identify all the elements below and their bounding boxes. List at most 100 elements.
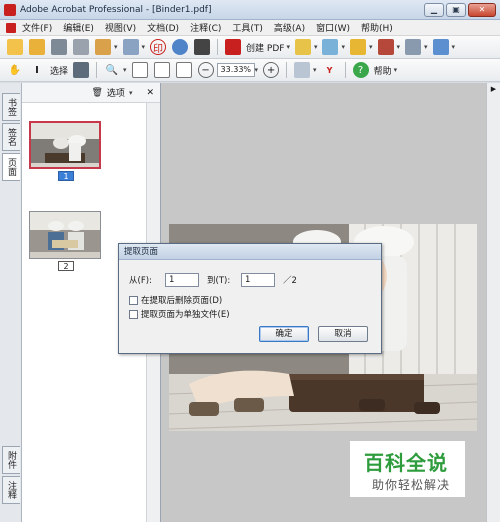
options-button[interactable]: 选项 (107, 86, 125, 99)
create-pdf-icon[interactable] (225, 39, 242, 55)
delete-after-extract-checkbox[interactable] (129, 295, 138, 305)
to-page-input[interactable]: 1 (241, 273, 275, 287)
acrobat-app-icon (4, 3, 16, 16)
zoom-in-icon[interactable]: + (263, 62, 280, 78)
lock-icon[interactable] (349, 39, 366, 55)
toolbar-divider (217, 39, 219, 55)
comment-icon[interactable] (294, 39, 311, 55)
tab-signatures[interactable]: 签名 (2, 123, 20, 151)
youdao-icon[interactable]: Y (322, 62, 338, 78)
forms-icon[interactable] (405, 39, 422, 55)
from-page-input[interactable]: 1 (165, 273, 199, 287)
sign-pen-icon[interactable] (377, 39, 394, 55)
panel-close-icon[interactable]: ✕ (146, 88, 154, 98)
minimize-button[interactable]: ▁ (424, 3, 444, 17)
document-menu-icon[interactable] (6, 22, 16, 33)
tab-attachments[interactable]: 附件 (2, 446, 20, 474)
organizer-icon[interactable] (29, 39, 45, 55)
vertical-scrollbar[interactable]: ▶ (486, 83, 500, 522)
fit-page-icon[interactable] (153, 62, 170, 78)
chevron-down-icon[interactable]: ▾ (255, 66, 259, 74)
help-icon[interactable]: ? (352, 62, 369, 78)
pages-panel-header: 🗑 选项 ▾ ✕ (22, 83, 160, 103)
print-icon[interactable] (73, 39, 89, 55)
menu-bar: 文件(F) 编辑(E) 视图(V) 文档(D) 注释(C) 工具(T) 高级(A… (0, 20, 500, 36)
zoom-tool-icon[interactable]: 🔍 (104, 62, 120, 78)
chevron-down-icon[interactable]: ▾ (313, 66, 317, 74)
toolbar-divider (286, 62, 288, 78)
tab-bookmarks[interactable]: 书签 (2, 93, 20, 121)
chevron-down-icon[interactable]: ▾ (142, 43, 146, 51)
menu-tools[interactable]: 工具(T) (232, 21, 263, 34)
page-number-1[interactable]: 1 (58, 171, 74, 181)
stamp-icon[interactable]: 印 (150, 39, 167, 55)
watermark-title: 百科全说 (364, 451, 448, 475)
chevron-down-icon[interactable]: ▾ (452, 43, 456, 51)
menu-advanced[interactable]: 高级(A) (274, 21, 305, 34)
trash-icon[interactable]: 🗑 (91, 88, 102, 98)
photo-thumbnail (31, 123, 99, 167)
tab-pages[interactable]: 页面 (2, 153, 20, 181)
hand-tool-icon[interactable]: ✋ (7, 62, 23, 78)
save-icon[interactable] (51, 39, 67, 55)
page-thumbnail-1[interactable] (29, 121, 101, 169)
menu-help[interactable]: 帮助(H) (361, 21, 393, 34)
chevron-down-icon[interactable]: ▾ (397, 43, 401, 51)
separate-files-label[interactable]: 提取页面为单独文件(E) (141, 308, 230, 320)
toolbar-divider (344, 62, 346, 78)
cancel-button[interactable]: 取消 (318, 326, 368, 342)
menu-window[interactable]: 窗口(W) (316, 21, 350, 34)
fit-width-icon[interactable] (175, 62, 192, 78)
email-icon[interactable] (95, 39, 111, 55)
menu-document[interactable]: 文档(D) (147, 21, 179, 34)
ok-button[interactable]: 确定 (259, 326, 309, 342)
attach-icon[interactable] (122, 39, 139, 55)
to-label: 到(T): (207, 276, 231, 286)
menu-edit[interactable]: 编辑(E) (63, 21, 94, 34)
navigation-toolbar: ✋ I 选择 🔍 ▾ − 33.33% ▾ + ▾ Y ? 帮助 ▾ (0, 59, 500, 82)
delete-after-extract-label[interactable]: 在提取后删除页面(D) (141, 294, 222, 306)
scroll-up-icon[interactable]: ▶ (487, 85, 500, 93)
menu-comments[interactable]: 注释(C) (190, 21, 221, 34)
chevron-down-icon[interactable]: ▾ (394, 66, 398, 74)
help-button[interactable]: 帮助 (374, 64, 392, 77)
chevron-down-icon[interactable]: ▾ (286, 43, 290, 51)
menu-file[interactable]: 文件(F) (22, 21, 52, 34)
open-folder-icon[interactable] (7, 39, 23, 55)
delete-option-row[interactable]: 在提取后删除页面(D) (129, 294, 222, 306)
tasks-icon[interactable] (432, 39, 449, 55)
create-pdf-button[interactable]: 创建 PDF (246, 41, 284, 54)
chevron-down-icon[interactable]: ▾ (114, 43, 118, 51)
select-cursor-icon[interactable]: I (29, 62, 45, 78)
binoculars-icon[interactable] (194, 39, 211, 55)
chevron-down-icon[interactable]: ▾ (341, 43, 345, 51)
review-icon[interactable] (322, 39, 339, 55)
page-thumbnail-2[interactable] (29, 211, 101, 259)
snapshot-icon[interactable] (73, 62, 90, 78)
chevron-down-icon[interactable]: ▾ (424, 43, 428, 51)
chevron-down-icon[interactable]: ▾ (369, 43, 373, 51)
title-bar: Adobe Acrobat Professional - [Binder1.pd… (0, 0, 500, 20)
zoom-out-icon[interactable]: − (197, 62, 214, 78)
chevron-down-icon[interactable]: ▾ (314, 43, 318, 51)
total-pages-label: ／2 (283, 276, 297, 286)
from-row: 从(F): 1 到(T): 1 ／2 (129, 273, 297, 287)
restore-button[interactable]: ▣ (446, 3, 466, 17)
file-toolbar: ▾ ▾ 印 创建 PDF ▾ ▾ ▾ ▾ ▾ ▾ ▾ (0, 36, 500, 59)
watermark-subtitle: 助你轻松解决 (372, 478, 451, 492)
rotate-view-icon[interactable] (294, 62, 311, 78)
chevron-down-icon[interactable]: ▾ (129, 89, 133, 97)
menu-view[interactable]: 视图(V) (105, 21, 136, 34)
close-button[interactable]: ✕ (468, 3, 496, 17)
separate-files-checkbox[interactable] (129, 309, 138, 319)
zoom-level-input[interactable]: 33.33% (216, 63, 255, 77)
actual-size-icon[interactable] (131, 62, 148, 78)
select-tool-button[interactable]: 选择 (50, 64, 68, 77)
web-search-icon[interactable] (172, 39, 189, 55)
photo-thumbnail (30, 212, 100, 258)
separate-option-row[interactable]: 提取页面为单独文件(E) (129, 308, 230, 320)
chevron-down-icon[interactable]: ▾ (123, 66, 127, 74)
page-number-2[interactable]: 2 (58, 261, 74, 271)
tab-comments[interactable]: 注释 (2, 476, 20, 504)
watermark-logo: 百科全说 助你轻松解决 (350, 441, 465, 497)
